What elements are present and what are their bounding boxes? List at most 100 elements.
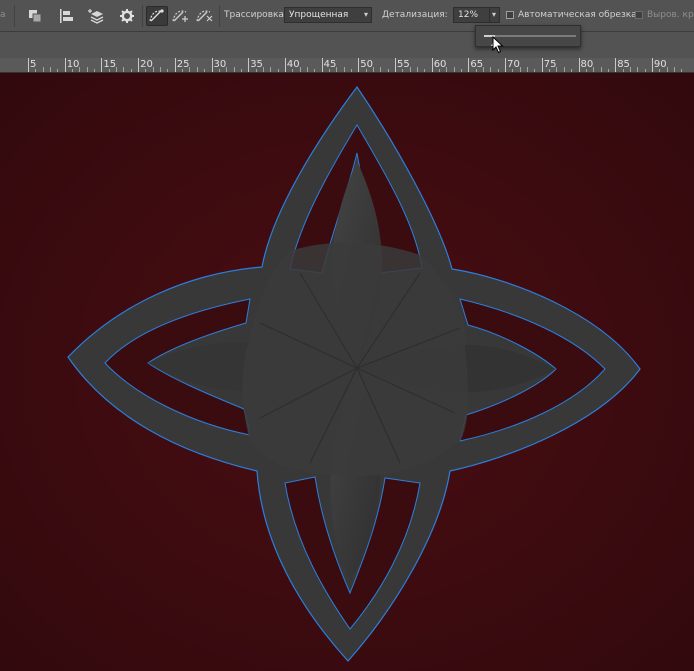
ruler-minor-tick [402,69,404,72]
ruler-minor-tick [461,69,463,72]
ruler-minor-tick [593,67,595,72]
ruler-major-tick [358,58,360,72]
ruler-minor-tick [372,67,374,72]
separator [219,5,220,27]
ruler-major-tick [138,58,140,72]
ruler-minor-tick [666,67,668,72]
ruler-minor-tick [218,69,220,72]
path-op-3-icon[interactable] [194,6,216,26]
ruler-minor-tick [417,67,419,72]
ruler-tick-label: 90 [653,59,667,70]
ruler-minor-tick [94,69,96,72]
ruler-minor-tick [519,67,521,72]
ruler-major-tick [321,58,323,72]
ruler-tick-label: 30 [213,59,227,70]
ruler-minor-tick [108,69,110,72]
ruler-minor-tick [637,67,639,72]
trace-select[interactable]: Упрощенная ▾ [284,7,372,23]
ruler-minor-tick [365,69,367,72]
ruler-minor-tick [409,67,411,72]
ruler-minor-tick [86,67,88,72]
ruler-minor-tick [204,69,206,72]
ruler-minor-tick [116,67,118,72]
detail-select-value: 12% [458,10,479,20]
ruler-tick-label: 15 [103,59,117,70]
ruler-minor-tick [563,67,565,72]
ruler-major-tick [505,58,507,72]
ruler-minor-tick [446,67,448,72]
ruler-major-tick [395,58,396,72]
gear-icon[interactable] [117,6,137,26]
ruler-tick-label: 85 [617,59,630,70]
ruler-minor-tick [475,69,477,72]
ruler-major-tick [578,58,580,72]
ruler-major-tick [615,58,617,72]
ruler-minor-tick [556,67,558,72]
layers-stack-icon[interactable] [87,6,107,26]
ruler-major-tick [174,58,176,72]
ruler-major-tick [64,58,66,72]
chevron-down-icon[interactable]: ▾ [488,8,496,22]
ruler-minor-tick [42,67,44,72]
ruler-tick-label: 35 [250,59,263,70]
separator [14,5,15,27]
options-bar: а Трассировка: Упрощенная ▾ Детализация:… [0,0,694,32]
path-op-1-icon[interactable] [146,6,168,26]
ruler-minor-tick [336,67,338,72]
chevron-down-icon: ▾ [363,10,368,19]
ruler-minor-tick [350,69,352,72]
ruler-minor-tick [453,67,455,72]
pasteboard [0,32,694,58]
align-edges-checkbox[interactable] [635,11,643,19]
ruler-tick-label: 60 [433,59,447,70]
ruler-major-tick [651,58,653,72]
ruler-minor-tick [314,69,316,72]
ruler-minor-tick [600,67,602,72]
ruler-minor-tick [167,69,169,72]
ruler-major-tick [28,58,29,72]
ruler-minor-tick [387,69,389,72]
ruler-minor-tick [130,69,132,72]
detail-label: Детализация: [382,10,448,20]
ruler-minor-tick [189,67,191,72]
ruler-major-tick [541,58,543,72]
ruler-major-tick [284,58,286,72]
path-op-2-icon[interactable] [170,6,192,26]
ruler-tick-label: 40 [286,59,300,70]
ruler-minor-tick [240,69,242,72]
star-flower-artwork [0,73,694,671]
ruler-minor-tick [292,69,294,72]
ruler-tick-label: 75 [543,59,557,70]
autocrop-checkbox[interactable] [506,11,514,19]
ruler-tick-label: 45 [323,59,337,70]
trace-select-value: Упрощенная [289,10,349,20]
align-edges-label: Выров. кра [647,10,694,20]
ruler-minor-tick [145,69,147,72]
ruler-major-tick [211,58,213,72]
ruler-minor-tick [343,67,345,72]
ruler-major-tick [468,58,470,72]
ruler-minor-tick [328,69,330,72]
ruler-minor-tick [50,67,52,72]
detail-slider-popup [475,25,581,47]
ruler-minor-tick [35,69,37,72]
ruler-minor-tick [439,69,441,72]
ruler-tick-label: 20 [140,59,153,70]
detail-select[interactable]: 12% ▾ [453,7,500,23]
ruler-minor-tick [79,67,81,72]
ruler-minor-tick [262,67,264,72]
autocrop-label: Автоматическая обрезка [518,10,637,20]
ruler-minor-tick [681,69,683,72]
ruler-tick-label: 50 [360,59,374,70]
align-icon[interactable] [56,6,76,26]
ruler-minor-tick [160,67,162,72]
ruler-tick-label: 25 [176,59,190,70]
ruler-minor-tick [270,67,272,72]
arrange-icon[interactable] [25,6,45,26]
ruler-minor-tick [512,69,514,72]
ruler-tick-label: 80 [580,59,594,70]
truncated-label: а [0,10,6,20]
ruler-tick-label: 55 [397,59,410,70]
ruler-minor-tick [57,69,59,72]
ruler-major-tick [248,58,250,72]
